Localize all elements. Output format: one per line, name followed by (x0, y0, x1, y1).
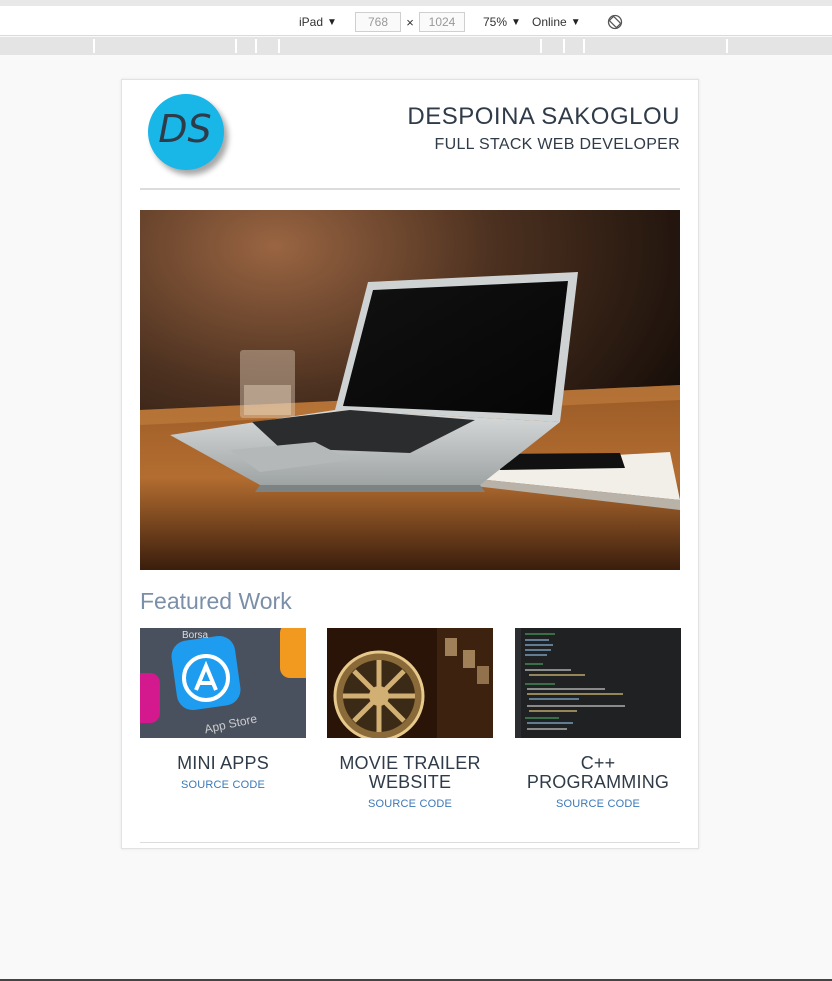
device-select[interactable]: iPad ▼ (299, 12, 337, 32)
logo[interactable]: DS (148, 94, 224, 170)
project-card-mini-apps: Borsa App Store MINI APPS SOURCE CODE (140, 628, 306, 791)
breakpoint-marker[interactable] (540, 39, 542, 53)
source-code-link[interactable]: SOURCE CODE (515, 798, 681, 810)
zoom-select[interactable]: 75% ▼ (483, 12, 521, 32)
breakpoint-marker[interactable] (278, 39, 280, 53)
project-title: MINI APPS (177, 753, 269, 773)
project-title: MOVIE TRAILER WEBSITE (339, 753, 481, 792)
breakpoint-marker[interactable] (235, 39, 237, 53)
height-input[interactable]: 1024 (419, 12, 465, 32)
divider (140, 842, 680, 843)
logo-text: DS (158, 107, 212, 151)
divider (140, 188, 680, 190)
device-toolbar: iPad ▼ 768 × 1024 75% ▼ Online ▼ (0, 0, 832, 36)
chevron-down-icon: ▼ (511, 16, 521, 28)
breakpoint-marker[interactable] (255, 39, 257, 53)
emulated-page: DS DESPOINA SAKOGLOU FULL STACK WEB DEVE… (121, 79, 699, 849)
device-label: iPad (299, 15, 324, 29)
media-query-bar[interactable] (0, 37, 832, 55)
project-title: C++ PROGRAMMING (526, 753, 670, 792)
svg-text:Borsa: Borsa (182, 630, 209, 641)
rotate-icon[interactable] (607, 14, 623, 30)
breakpoint-marker[interactable] (726, 39, 728, 53)
site-role: FULL STACK WEB DEVELOPER (434, 136, 680, 153)
project-card-movie-trailer: MOVIE TRAILER WEBSITE SOURCE CODE (327, 628, 493, 810)
featured-work-title: Featured Work (140, 588, 292, 614)
width-input[interactable]: 768 (355, 12, 401, 32)
cpp-thumbnail[interactable] (515, 628, 681, 738)
source-code-link[interactable]: SOURCE CODE (327, 798, 493, 810)
mini-apps-thumbnail[interactable]: Borsa App Store (140, 628, 306, 738)
network-label: Online (532, 15, 567, 29)
breakpoint-marker[interactable] (583, 39, 585, 53)
site-name: DESPOINA SAKOGLOU (407, 103, 680, 130)
hero-image (140, 210, 680, 570)
breakpoint-marker[interactable] (93, 39, 95, 53)
zoom-label: 75% (483, 15, 508, 29)
breakpoint-marker[interactable] (563, 39, 565, 53)
movie-trailer-thumbnail[interactable] (327, 628, 493, 738)
chevron-down-icon: ▼ (327, 16, 337, 28)
dimensions: 768 × 1024 (355, 12, 465, 32)
chevron-down-icon: ▼ (570, 16, 581, 28)
network-select[interactable]: Online ▼ (532, 12, 581, 32)
times-icon: × (406, 14, 414, 30)
project-card-cpp: C++ PROGRAMMING SOURCE CODE (515, 628, 681, 810)
source-code-link[interactable]: SOURCE CODE (140, 779, 306, 791)
